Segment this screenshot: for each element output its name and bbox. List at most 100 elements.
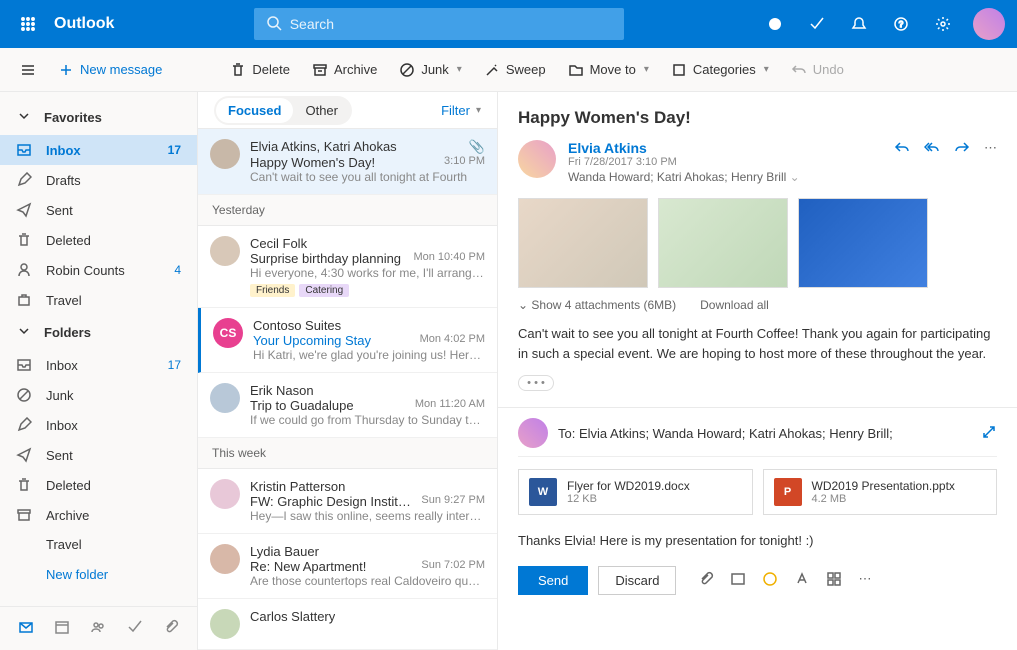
sidebar-section-toggle[interactable]: Favorites: [0, 100, 197, 135]
ppt-file-icon: P: [774, 478, 802, 506]
sender-avatar: [210, 544, 240, 574]
app-launcher-icon[interactable]: [12, 8, 44, 40]
sidebar-item-travel[interactable]: Travel: [0, 285, 197, 315]
send-button[interactable]: Send: [518, 566, 588, 595]
forward-icon[interactable]: [954, 140, 970, 184]
message-row[interactable]: Cecil Folk Surprise birthday planningMon…: [198, 226, 497, 308]
message-row[interactable]: Kristin Patterson FW: Graphic Design Ins…: [198, 469, 497, 534]
sender-avatar: [210, 479, 240, 509]
message-row[interactable]: Erik Nason Trip to GuadalupeMon 11:20 AM…: [198, 373, 497, 438]
addins-icon[interactable]: [826, 571, 842, 590]
chevron-down-icon[interactable]: ▾: [457, 64, 462, 75]
message-row[interactable]: Elvia Atkins, Katri Ahokas📎 Happy Women'…: [198, 129, 497, 195]
show-trimmed-button[interactable]: • • •: [518, 375, 554, 391]
message-subject: Re: New Apartment!: [250, 559, 366, 574]
hamburger-icon[interactable]: [12, 58, 44, 82]
sidebar-item-archive[interactable]: Archive: [0, 500, 197, 530]
message-sender: Kristin Patterson: [250, 479, 345, 494]
sidebar-item-inbox[interactable]: Inbox: [0, 410, 197, 440]
chevron-down-icon[interactable]: ▾: [764, 64, 769, 75]
attach-module-icon[interactable]: [163, 619, 179, 638]
compose-to-field[interactable]: To: Elvia Atkins; Wanda Howard; Katri Ah…: [558, 426, 971, 441]
reply-all-icon[interactable]: [924, 140, 940, 184]
search-input[interactable]: [290, 16, 612, 32]
sidebar-item-sent[interactable]: Sent: [0, 440, 197, 470]
todo-icon[interactable]: [805, 12, 829, 36]
sidebar-item-label: Inbox: [46, 143, 154, 158]
discard-button[interactable]: Discard: [598, 566, 676, 595]
user-avatar[interactable]: [973, 8, 1005, 40]
attachment-thumbnail[interactable]: [518, 198, 648, 288]
message-row[interactable]: Carlos Slattery: [198, 599, 497, 650]
chevron-down-icon: [16, 108, 32, 127]
move-to-button[interactable]: Move to▾: [560, 58, 657, 82]
inbox-icon: [16, 142, 32, 158]
more-actions-icon[interactable]: ⋯: [984, 140, 997, 184]
sidebar-item-deleted[interactable]: Deleted: [0, 225, 197, 255]
attachment-thumbnail[interactable]: [658, 198, 788, 288]
sidebar-item-label: Sent: [46, 448, 181, 463]
sidebar-item-sent[interactable]: Sent: [0, 195, 197, 225]
skype-icon[interactable]: S: [763, 12, 787, 36]
sender-name[interactable]: Elvia Atkins: [568, 140, 894, 156]
sidebar-item-junk[interactable]: Junk: [0, 380, 197, 410]
search-box[interactable]: [254, 8, 624, 40]
insert-picture-icon[interactable]: [730, 571, 746, 590]
attachment-card[interactable]: W Flyer for WD2019.docx 12 KB: [518, 469, 753, 515]
mail-module-icon[interactable]: [18, 619, 34, 638]
message-row[interactable]: CS Contoso Suites Your Upcoming StayMon …: [198, 308, 497, 373]
sidebar-item-travel[interactable]: Travel: [0, 530, 197, 559]
unread-count: 17: [168, 358, 181, 372]
settings-icon[interactable]: [931, 12, 955, 36]
undo-button[interactable]: Undo: [783, 58, 852, 82]
compose-body[interactable]: Thanks Elvia! Here is my presentation fo…: [518, 527, 997, 566]
categories-button[interactable]: Categories▾: [663, 58, 777, 82]
delete-button[interactable]: Delete: [222, 58, 298, 82]
sidebar-item-inbox[interactable]: Inbox 17: [0, 135, 197, 165]
people-module-icon[interactable]: [90, 619, 106, 638]
sidebar-item-drafts[interactable]: Drafts: [0, 165, 197, 195]
help-icon[interactable]: ?: [889, 12, 913, 36]
tab-focused[interactable]: Focused: [216, 98, 293, 123]
person-icon: [16, 262, 32, 278]
notifications-icon[interactable]: [847, 12, 871, 36]
format-icon[interactable]: [794, 571, 810, 590]
show-attachments-link[interactable]: ⌄ Show 4 attachments (6MB): [518, 298, 676, 312]
new-folder-link[interactable]: New folder: [0, 559, 197, 590]
attachment-card[interactable]: P WD2019 Presentation.pptx 4.2 MB: [763, 469, 998, 515]
expand-recipients-icon[interactable]: ⌄: [790, 170, 800, 184]
attachment-thumbnail[interactable]: [798, 198, 928, 288]
sidebar-section-toggle[interactable]: Folders: [0, 315, 197, 350]
sidebar-item-deleted[interactable]: Deleted: [0, 470, 197, 500]
message-subject: Surprise birthday planning: [250, 251, 401, 266]
more-compose-icon[interactable]: ⋯: [858, 571, 871, 590]
category-tag[interactable]: Friends: [250, 284, 295, 297]
sender-avatar: [210, 139, 240, 169]
attach-file-icon[interactable]: [698, 571, 714, 590]
sidebar-item-robin-counts[interactable]: Robin Counts 4: [0, 255, 197, 285]
expand-compose-icon[interactable]: [981, 424, 997, 443]
filter-button[interactable]: Filter▾: [441, 103, 481, 118]
download-all-link[interactable]: Download all: [700, 298, 769, 312]
sweep-button[interactable]: Sweep: [476, 58, 554, 82]
sender-avatar[interactable]: [518, 140, 556, 178]
delete-icon: [16, 477, 32, 493]
message-time: 3:10 PM: [444, 155, 485, 170]
chevron-down-icon[interactable]: ▾: [644, 64, 649, 75]
draft-icon: [16, 417, 32, 433]
message-sender: Erik Nason: [250, 383, 314, 398]
tab-other[interactable]: Other: [293, 98, 350, 123]
category-tag[interactable]: Catering: [299, 284, 349, 297]
search-icon: [266, 15, 282, 34]
message-subject: Your Upcoming Stay: [253, 333, 371, 348]
message-row[interactable]: Lydia Bauer Re: New Apartment!Sun 7:02 P…: [198, 534, 497, 599]
archive-button[interactable]: Archive: [304, 58, 385, 82]
reply-icon[interactable]: [894, 140, 910, 184]
junk-button[interactable]: Junk▾: [391, 58, 470, 82]
calendar-module-icon[interactable]: [54, 619, 70, 638]
sidebar-item-inbox[interactable]: Inbox 17: [0, 350, 197, 380]
todo-module-icon[interactable]: [127, 619, 143, 638]
new-message-button[interactable]: New message: [50, 58, 170, 82]
draft-icon: [16, 172, 32, 188]
emoji-icon[interactable]: [762, 571, 778, 590]
